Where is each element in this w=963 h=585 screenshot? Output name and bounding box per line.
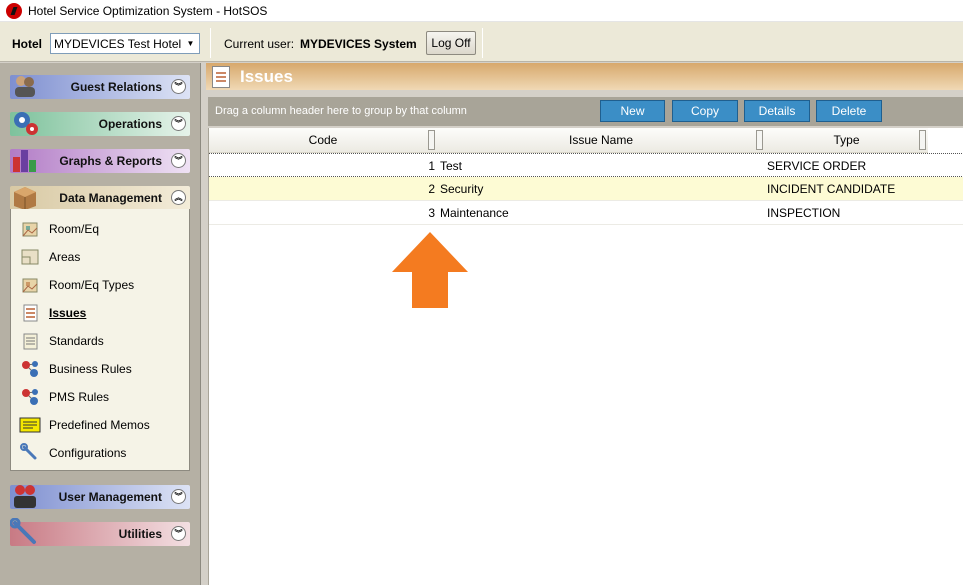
data-management-panel: Room/Eq Areas Room/Eq Types Issues Stand… xyxy=(10,209,190,471)
sidebar-item-label: PMS Rules xyxy=(49,390,110,404)
chevron-down-icon[interactable]: ︾ xyxy=(171,116,186,131)
nav-graphs-reports-label: Graphs & Reports xyxy=(59,154,162,168)
table-row[interactable]: 1 Test SERVICE ORDER xyxy=(209,153,963,177)
column-filter-button[interactable] xyxy=(428,130,435,150)
cell-type: INSPECTION xyxy=(767,206,841,220)
sidebar-item-business-rules[interactable]: Business Rules xyxy=(19,357,132,381)
standards-icon xyxy=(19,330,41,352)
sidebar-item-label: Room/Eq xyxy=(49,222,100,236)
business-rules-icon xyxy=(19,358,41,380)
sidebar-item-issues[interactable]: Issues xyxy=(19,301,86,325)
cell-type: SERVICE ORDER xyxy=(767,159,867,173)
sidebar-item-configurations[interactable]: Configurations xyxy=(19,441,126,465)
issues-icon xyxy=(212,65,230,88)
new-button[interactable]: New xyxy=(600,100,665,122)
chevron-down-icon[interactable]: ︾ xyxy=(171,79,186,94)
current-user-label: Current user: xyxy=(224,37,295,51)
arrow-up-icon xyxy=(392,232,468,308)
nav-guest-relations-label: Guest Relations xyxy=(70,80,162,94)
sidebar-item-label: Configurations xyxy=(49,446,127,460)
chevron-down-icon[interactable]: ︾ xyxy=(171,153,186,168)
column-header-label: Type xyxy=(833,133,860,147)
column-filter-button[interactable] xyxy=(919,130,926,150)
guest-relations-icon xyxy=(15,76,35,97)
room-eq-icon xyxy=(19,218,41,240)
sidebar-item-label: Business Rules xyxy=(49,362,132,376)
hotel-select[interactable]: MYDEVICES Test Hotel ▼ xyxy=(50,33,200,54)
column-filter-button[interactable] xyxy=(756,130,763,150)
issues-grid: Code Issue Name Type 1 Test SERVICE ORDE… xyxy=(208,128,963,585)
top-toolbar: Hotel MYDEVICES Test Hotel ▼ Current use… xyxy=(0,22,963,62)
nav-utilities[interactable]: Utilities ︾ xyxy=(10,518,190,546)
table-row[interactable]: 2 Security INCIDENT CANDIDATE xyxy=(209,177,963,201)
hotel-select-value: MYDEVICES Test Hotel xyxy=(54,37,182,51)
chevron-down-icon[interactable]: ︾ xyxy=(171,526,186,541)
column-header-issue-name[interactable]: Issue Name xyxy=(437,128,765,153)
group-by-hint: Drag a column header here to group by th… xyxy=(215,105,467,117)
column-header-label: Code xyxy=(308,133,338,147)
nav-operations[interactable]: Operations ︾ xyxy=(10,112,190,136)
nav-data-management[interactable]: Data Management ︽ xyxy=(10,186,190,210)
sidebar-item-room-eq[interactable]: Room/Eq xyxy=(19,217,99,241)
user-management-icon xyxy=(14,485,36,508)
cell-issue-name: Test xyxy=(440,159,463,173)
areas-icon xyxy=(19,246,41,268)
copy-button[interactable]: Copy xyxy=(672,100,738,122)
room-eq-types-icon xyxy=(19,274,41,296)
chevron-up-icon[interactable]: ︽ xyxy=(171,190,186,205)
app-logo-icon xyxy=(6,2,22,19)
bar-graph-icon xyxy=(13,150,36,172)
sidebar-item-areas[interactable]: Areas xyxy=(19,245,80,269)
group-by-bar[interactable]: Drag a column header here to group by th… xyxy=(208,97,963,126)
chevron-down-icon[interactable]: ▼ xyxy=(182,34,199,53)
current-user-name: MYDEVICES System xyxy=(300,37,417,51)
column-header-label: Issue Name xyxy=(568,133,634,147)
cell-code: 3 xyxy=(428,206,435,220)
issues-icon xyxy=(19,302,41,324)
window-title: Hotel Service Optimization System - HotS… xyxy=(28,3,268,18)
utilities-wrench-icon xyxy=(10,518,36,544)
nav-guest-relations[interactable]: Guest Relations ︾ xyxy=(10,75,190,99)
content-header: Issues xyxy=(206,63,963,90)
sidebar: Guest Relations ︾ Operations ︾ Graphs & … xyxy=(0,63,201,585)
cell-issue-name: Security xyxy=(440,182,484,196)
sidebar-item-label: Standards xyxy=(49,334,104,348)
pms-rules-icon xyxy=(19,386,41,408)
cell-type: INCIDENT CANDIDATE xyxy=(767,182,896,196)
sidebar-item-pms-rules[interactable]: PMS Rules xyxy=(19,385,109,409)
sidebar-item-standards[interactable]: Standards xyxy=(19,329,104,353)
nav-graphs-reports[interactable]: Graphs & Reports ︾ xyxy=(10,149,190,173)
table-row[interactable]: 3 Maintenance INSPECTION xyxy=(209,201,963,225)
operations-gears-icon xyxy=(14,112,38,135)
cell-code: 2 xyxy=(428,182,435,196)
column-header-type[interactable]: Type xyxy=(765,128,928,153)
sidebar-item-predefined-memos[interactable]: Predefined Memos xyxy=(19,413,150,437)
title-bar: Hotel Service Optimization System - HotS… xyxy=(0,0,963,22)
toolbar-divider xyxy=(482,28,483,58)
wrench-icon xyxy=(19,442,41,464)
sidebar-item-label: Predefined Memos xyxy=(49,418,150,432)
hotel-label: Hotel xyxy=(12,37,42,51)
box-icon xyxy=(14,187,36,210)
logoff-button[interactable]: Log Off xyxy=(426,31,476,55)
nav-user-management[interactable]: User Management ︾ xyxy=(10,485,190,509)
sidebar-item-room-eq-types[interactable]: Room/Eq Types xyxy=(19,273,134,297)
toolbar-divider xyxy=(210,28,211,58)
memo-icon xyxy=(19,414,41,436)
cell-code: 1 xyxy=(428,159,435,173)
nav-user-management-label: User Management xyxy=(58,490,162,504)
nav-utilities-label: Utilities xyxy=(118,527,162,541)
sidebar-item-label: Issues xyxy=(49,306,87,320)
sidebar-item-label: Areas xyxy=(49,250,81,264)
sidebar-item-label: Room/Eq Types xyxy=(49,278,135,292)
nav-operations-label: Operations xyxy=(98,117,162,131)
delete-button[interactable]: Delete xyxy=(816,100,882,122)
column-header-code[interactable]: Code xyxy=(209,128,437,153)
cell-issue-name: Maintenance xyxy=(440,206,509,220)
details-button[interactable]: Details xyxy=(744,100,810,122)
page-title: Issues xyxy=(240,66,293,86)
nav-data-management-label: Data Management xyxy=(59,191,162,205)
chevron-down-icon[interactable]: ︾ xyxy=(171,489,186,504)
